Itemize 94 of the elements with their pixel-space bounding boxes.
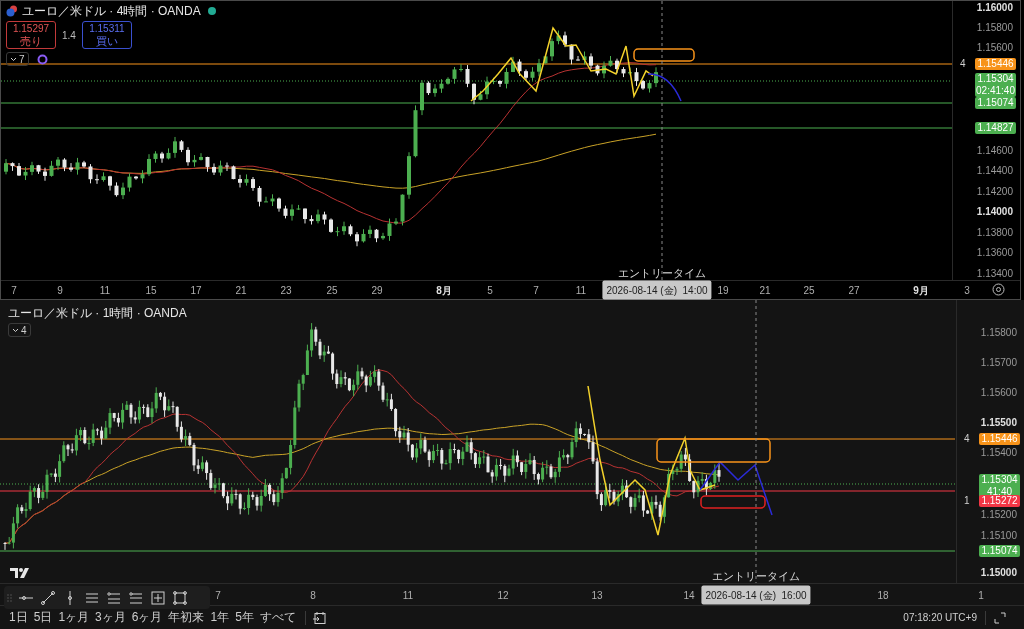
alert-count: 1 bbox=[964, 495, 970, 507]
time-axis-label: 17 bbox=[190, 283, 202, 298]
fullscreen-icon[interactable] bbox=[994, 611, 1006, 624]
spread-value: 1.4 bbox=[62, 28, 76, 43]
chevron-down-icon bbox=[12, 327, 19, 333]
price-axis-label: 1.15200 bbox=[980, 509, 1017, 521]
price-axis-label: 1.13600 bbox=[976, 247, 1013, 259]
price-axis-label: 1.14400 bbox=[976, 165, 1013, 177]
calendar-goto-icon[interactable] bbox=[311, 610, 326, 625]
time-axis-label: 7 bbox=[11, 283, 17, 298]
buy-price: 1.15311 bbox=[89, 23, 125, 35]
price-axis-label: 1.15100 bbox=[980, 530, 1017, 542]
time-axis-label: 15 bbox=[145, 283, 157, 298]
time-axis-label: 8 bbox=[310, 588, 316, 602]
price-axis-label: 1.15800 bbox=[980, 327, 1017, 339]
price-axis-label: 1.13800 bbox=[976, 227, 1013, 239]
price-axis-label: 1.15400 bbox=[980, 447, 1017, 459]
time-axis-label: 12 bbox=[497, 588, 509, 602]
time-axis-label: 25 bbox=[803, 283, 815, 298]
price-axis-label: 1.14000 bbox=[976, 206, 1013, 218]
time-axis-label: 9月 bbox=[913, 283, 929, 298]
price-axis-label: 1.14600 bbox=[976, 145, 1013, 157]
price-value: 1.15074 bbox=[981, 545, 1018, 557]
time-axis-label: 7 bbox=[533, 283, 539, 298]
range-button[interactable]: すべて bbox=[256, 610, 299, 625]
time-axis-label: 11 bbox=[402, 588, 414, 602]
forecast-line bbox=[647, 73, 682, 102]
time-axis-label: 7 bbox=[215, 588, 221, 602]
alert-count: 4 bbox=[964, 433, 970, 445]
time-axis-label: 1 bbox=[978, 588, 984, 602]
time-axis-label: 21 bbox=[759, 283, 771, 298]
buy-label: 買い bbox=[95, 35, 118, 47]
sell-label: 売り bbox=[20, 35, 42, 47]
time-axis-label: 19 bbox=[717, 283, 729, 298]
price-axis-label: 1.15800 bbox=[976, 22, 1013, 34]
time-axis-label: 14 bbox=[683, 588, 695, 602]
time-axis-label: 21 bbox=[235, 283, 247, 298]
entry-time-label: エントリータイム bbox=[712, 570, 800, 583]
range-button[interactable]: 1日 bbox=[6, 610, 31, 625]
alert-count: 4 bbox=[960, 58, 966, 70]
price-axis-label: 1.15600 bbox=[976, 42, 1013, 54]
price-value: 1.15446 bbox=[977, 58, 1014, 70]
price-axis-label: 1.15000 bbox=[980, 567, 1017, 579]
range-button[interactable]: 6ヶ月 bbox=[128, 610, 166, 625]
zone-rectangle bbox=[633, 48, 695, 62]
chevron-down-icon bbox=[10, 56, 17, 62]
price-value: 1.15304 bbox=[977, 73, 1014, 85]
range-button[interactable]: 5日 bbox=[30, 610, 56, 625]
price-value: 1.14827 bbox=[977, 122, 1014, 134]
zone-rectangle bbox=[700, 495, 766, 509]
price-axis-label: 1.16000 bbox=[976, 2, 1013, 14]
price-axis-label: 1.14200 bbox=[976, 186, 1013, 198]
ring-icon bbox=[36, 53, 48, 65]
time-axis-label: 13 bbox=[591, 588, 603, 602]
chart-title: ユーロ／米ドル · 4時間 · OANDA bbox=[22, 4, 201, 18]
price-axis-label: 1.15600 bbox=[980, 387, 1017, 399]
time-axis-label: 3 bbox=[964, 283, 970, 298]
time-axis-label: 11 bbox=[99, 283, 111, 298]
range-button[interactable]: 1ヶ月 bbox=[55, 610, 93, 625]
time-axis-label: 25 bbox=[326, 283, 338, 298]
time-axis-label: 11 bbox=[575, 283, 587, 298]
cursor-date-label: 2026-08-14 (金) 14:00 bbox=[602, 280, 712, 300]
chart-title: ユーロ／米ドル · 1時間 · OANDA bbox=[8, 306, 187, 320]
range-button[interactable]: 5年 bbox=[232, 610, 257, 625]
sell-button[interactable]: 1.15297 売り bbox=[6, 21, 56, 49]
time-axis-label: 8月 bbox=[436, 283, 452, 298]
price-axis-label: 1.15500 bbox=[980, 417, 1017, 429]
range-button[interactable]: 1年 bbox=[207, 610, 233, 625]
range-button[interactable]: 年初来 bbox=[165, 610, 208, 625]
buy-button[interactable]: 1.15311 買い bbox=[81, 21, 132, 49]
currency-flags-icon bbox=[6, 5, 18, 17]
clock: 07:18:20 UTC+9 bbox=[903, 611, 977, 625]
price-value: 1.15304 bbox=[981, 474, 1018, 486]
bar-countdown: 41:40 bbox=[987, 486, 1012, 497]
time-axis-label: 23 bbox=[280, 283, 292, 298]
price-value: 1.15272 bbox=[981, 495, 1018, 507]
indicators-toggle[interactable]: 4 bbox=[8, 323, 31, 337]
logo-icon bbox=[10, 568, 29, 578]
cursor-date-label: 2026-08-14 (金) 16:00 bbox=[701, 585, 811, 604]
settings-icon[interactable] bbox=[992, 283, 1005, 296]
time-axis-label: 9 bbox=[57, 283, 63, 298]
price-value: 1.15446 bbox=[981, 433, 1018, 445]
indicators-toggle[interactable]: 7 bbox=[6, 52, 29, 66]
time-axis-label: 27 bbox=[848, 283, 860, 298]
bar-countdown: 02:41:40 bbox=[976, 85, 1015, 97]
price-value: 1.15074 bbox=[977, 97, 1014, 109]
time-axis-label: 5 bbox=[487, 283, 493, 298]
time-axis-label: 29 bbox=[371, 283, 383, 298]
price-axis-label: 1.15700 bbox=[980, 357, 1017, 369]
sell-price: 1.15297 bbox=[12, 23, 50, 35]
time-axis-label: 18 bbox=[877, 588, 889, 602]
price-axis-label: 1.13400 bbox=[976, 268, 1013, 280]
entry-time-label: エントリータイム bbox=[618, 267, 706, 280]
range-button[interactable]: 3ヶ月 bbox=[92, 610, 129, 625]
